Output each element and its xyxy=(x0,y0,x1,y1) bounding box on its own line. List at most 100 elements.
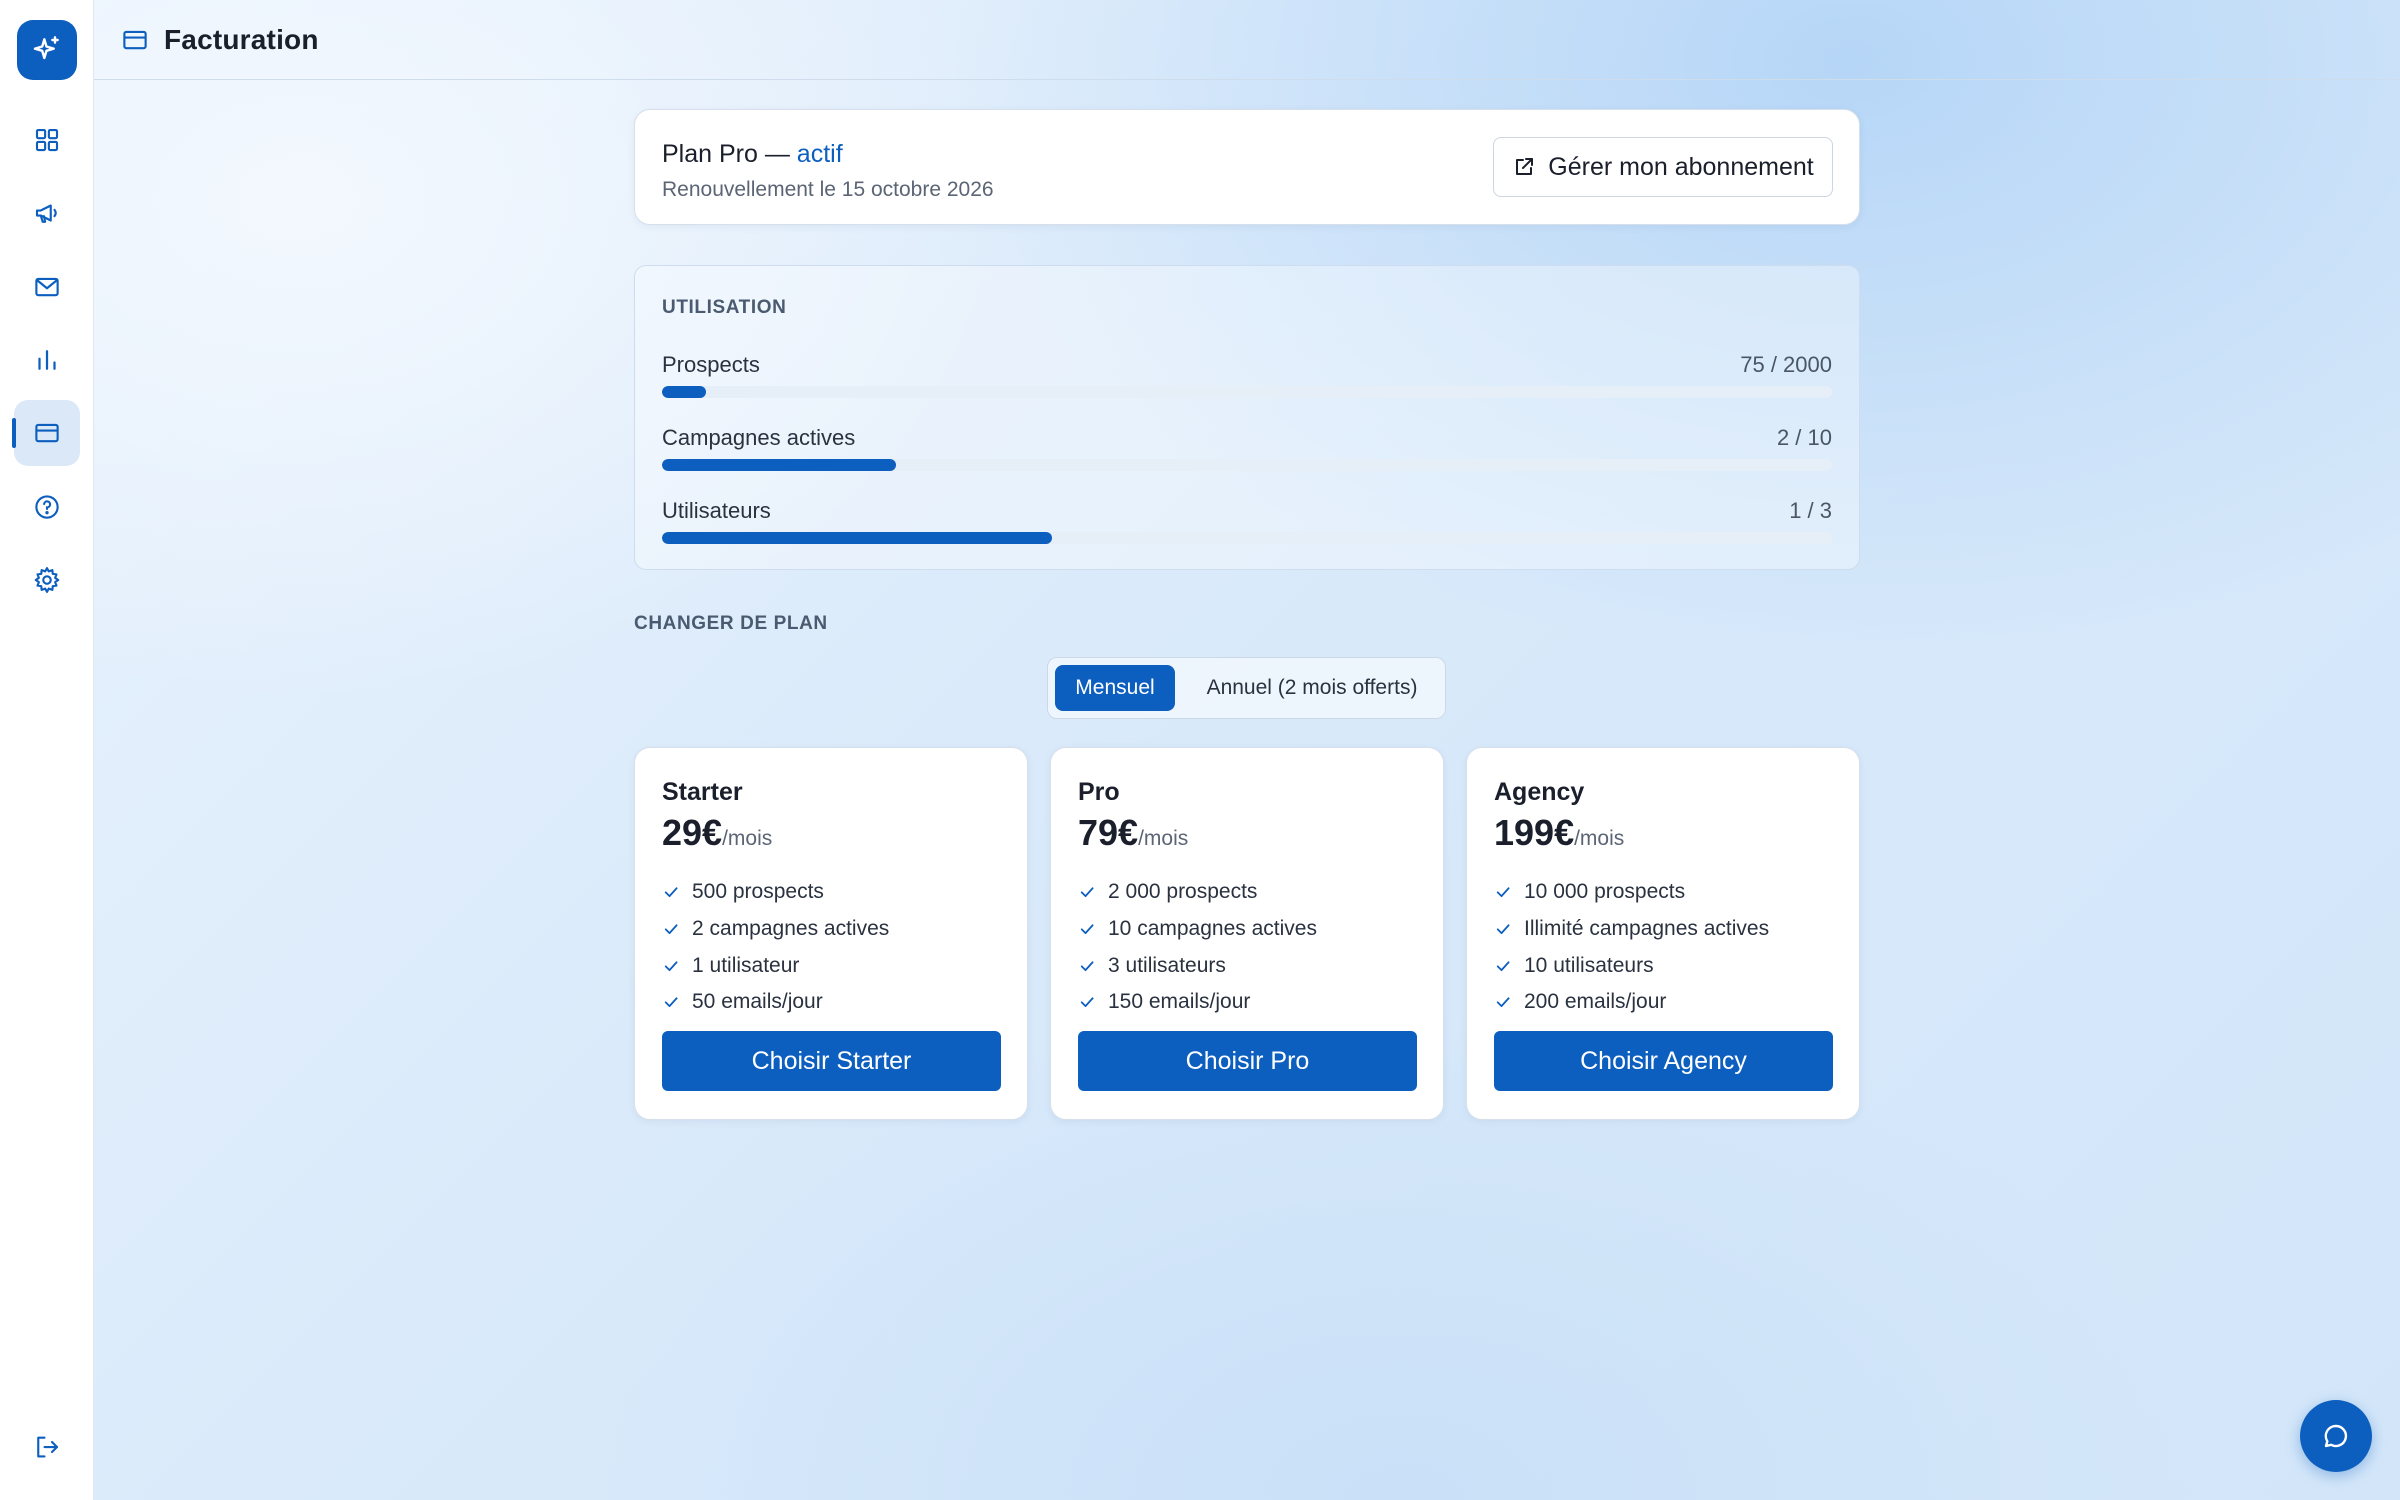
mail-icon xyxy=(35,277,59,297)
app-logo[interactable] xyxy=(17,20,77,80)
change-plan-heading: CHANGER DE PLAN xyxy=(634,613,828,634)
feature-text: Illimité campagnes actives xyxy=(1524,917,1770,941)
feature-item: 10 000 prospects xyxy=(1494,874,1769,911)
usage-label: Campagnes actives xyxy=(662,425,856,450)
page-header: Facturation xyxy=(94,0,2400,80)
plan-card-name: Starter xyxy=(662,778,743,806)
manage-subscription-button[interactable]: Gérer mon abonnement xyxy=(1493,137,1833,197)
sidebar-item-settings[interactable] xyxy=(14,547,80,613)
feature-text: 2 000 prospects xyxy=(1108,880,1258,904)
credit-card-icon xyxy=(123,30,147,49)
manage-subscription-label: Gérer mon abonnement xyxy=(1548,152,1814,181)
usage-heading: UTILISATION xyxy=(662,297,787,318)
feature-item: 2 campagnes actives xyxy=(662,911,889,948)
feature-item: 3 utilisateurs xyxy=(1078,947,1317,984)
usage-row-campaigns: Campagnes actives 2 / 10 xyxy=(662,425,1832,475)
feature-item: 150 emails/jour xyxy=(1078,984,1317,1021)
feature-text: 500 prospects xyxy=(692,880,824,904)
feature-text: 150 emails/jour xyxy=(1108,990,1251,1014)
check-icon xyxy=(1080,961,1094,971)
plan-card-starter: Starter 29€/mois 500 prospects 2 campagn… xyxy=(634,747,1028,1120)
billing-period-toggle: Mensuel Annuel (2 mois offerts) xyxy=(1047,657,1446,719)
sidebar-item-analytics[interactable] xyxy=(14,327,80,393)
sidebar-item-campaigns[interactable] xyxy=(14,180,80,246)
price-amount: 199€ xyxy=(1494,812,1575,853)
choose-starter-button[interactable]: Choisir Starter xyxy=(662,1031,1001,1091)
check-icon xyxy=(1496,961,1510,971)
usage-progress-fill xyxy=(662,386,706,398)
sidebar xyxy=(0,0,94,1500)
feature-list: 500 prospects 2 campagnes actives 1 util… xyxy=(662,874,889,1021)
feature-text: 200 emails/jour xyxy=(1524,990,1667,1014)
feature-text: 3 utilisateurs xyxy=(1108,953,1226,977)
feature-list: 10 000 prospects Illimité campagnes acti… xyxy=(1494,874,1769,1021)
check-icon xyxy=(664,997,678,1008)
plan-card-price: 29€/mois xyxy=(662,812,772,854)
usage-progress-fill xyxy=(662,459,896,471)
price-amount: 79€ xyxy=(1078,812,1139,853)
billing-option-monthly[interactable]: Mensuel xyxy=(1055,665,1175,711)
usage-progress-track xyxy=(662,532,1832,544)
usage-row-prospects: Prospects 75 / 2000 xyxy=(662,352,1832,402)
price-amount: 29€ xyxy=(662,812,723,853)
sidebar-item-help[interactable] xyxy=(14,474,80,540)
plan-name: Plan Pro — xyxy=(662,140,790,168)
feature-list: 2 000 prospects 10 campagnes actives 3 u… xyxy=(1078,874,1317,1021)
sidebar-item-billing[interactable] xyxy=(12,400,80,466)
usage-progress-track xyxy=(662,459,1832,471)
feature-item: 200 emails/jour xyxy=(1494,984,1769,1021)
sidebar-item-dashboard[interactable] xyxy=(14,107,80,173)
feature-item: 1 utilisateur xyxy=(662,947,889,984)
check-icon xyxy=(1080,887,1094,898)
feature-item: 500 prospects xyxy=(662,874,889,911)
feature-text: 10 utilisateurs xyxy=(1524,953,1654,977)
sidebar-item-inbox[interactable] xyxy=(14,254,80,320)
usage-row-users: Utilisateurs 1 / 3 xyxy=(662,498,1832,548)
plan-card-name: Agency xyxy=(1494,778,1585,806)
usage-label: Utilisateurs xyxy=(662,498,771,523)
feature-item: 10 campagnes actives xyxy=(1078,911,1317,948)
check-icon xyxy=(1080,997,1094,1008)
usage-progress-track xyxy=(662,386,1832,398)
feature-text: 10 campagnes actives xyxy=(1108,917,1317,941)
plan-card-agency: Agency 199€/mois 10 000 prospects Illimi… xyxy=(1466,747,1860,1120)
credit-card-icon xyxy=(35,423,59,443)
usage-label: Prospects xyxy=(662,352,760,377)
feature-item: Illimité campagnes actives xyxy=(1494,911,1769,948)
plan-status: actif xyxy=(796,140,843,168)
feature-text: 1 utilisateur xyxy=(692,953,800,977)
choose-pro-button[interactable]: Choisir Pro xyxy=(1078,1031,1417,1091)
check-icon xyxy=(664,924,678,935)
check-icon xyxy=(1496,997,1510,1008)
usage-progress-fill xyxy=(662,532,1052,544)
feature-text: 2 campagnes actives xyxy=(692,917,890,941)
plan-title: Plan Pro — actif xyxy=(662,140,843,169)
check-icon xyxy=(664,961,678,971)
choose-agency-button[interactable]: Choisir Agency xyxy=(1494,1031,1833,1091)
plan-card-price: 199€/mois xyxy=(1494,812,1624,854)
feature-text: 10 000 prospects xyxy=(1524,880,1686,904)
logout-icon xyxy=(37,1436,59,1458)
price-period: /mois xyxy=(722,827,773,850)
billing-option-annual[interactable]: Annuel (2 mois offerts) xyxy=(1186,665,1438,711)
plan-card-name: Pro xyxy=(1078,778,1120,806)
bar-chart-icon xyxy=(38,350,56,370)
usage-card: UTILISATION Prospects 75 / 2000 Campagne… xyxy=(634,265,1860,570)
logout-button[interactable] xyxy=(14,1414,80,1480)
feature-text: 50 emails/jour xyxy=(692,990,823,1014)
megaphone-icon xyxy=(35,204,57,223)
usage-value: 75 / 2000 xyxy=(1740,352,1832,377)
plan-renewal-date: Renouvellement le 15 octobre 2026 xyxy=(662,178,994,201)
current-plan-card: Plan Pro — actif Renouvellement le 15 oc… xyxy=(634,109,1860,225)
usage-value: 2 / 10 xyxy=(1776,425,1832,450)
feature-item: 2 000 prospects xyxy=(1078,874,1317,911)
check-icon xyxy=(1496,887,1510,898)
page-title: Facturation xyxy=(164,23,319,55)
check-icon xyxy=(664,887,678,898)
check-icon xyxy=(1496,924,1510,935)
chat-support-button[interactable] xyxy=(2300,1400,2372,1472)
usage-value: 1 / 3 xyxy=(1789,498,1832,523)
grid-icon xyxy=(35,128,59,152)
feature-item: 50 emails/jour xyxy=(662,984,889,1021)
check-icon xyxy=(1080,924,1094,935)
